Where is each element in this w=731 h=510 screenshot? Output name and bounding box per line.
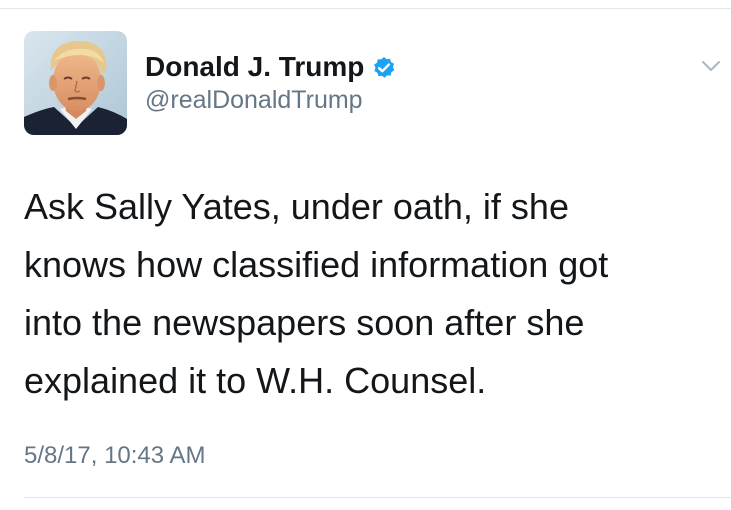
tweet-text-line: into the newspapers soon after she <box>24 302 585 343</box>
chevron-down-icon[interactable] <box>700 55 722 77</box>
avatar[interactable] <box>24 31 127 135</box>
author-handle[interactable]: @realDonaldTrump <box>145 85 363 115</box>
tweet-text: Ask Sally Yates, under oath, if she know… <box>24 178 714 410</box>
tweet-text-line: knows how classified information got <box>24 244 609 285</box>
tweet-text-line: Ask Sally Yates, under oath, if she <box>24 186 569 227</box>
avatar-image <box>24 31 127 135</box>
tweet-text-line: explained it to W.H. Counsel. <box>24 360 487 401</box>
tweet-timestamp[interactable]: 5/8/17, 10:43 AM <box>24 442 205 470</box>
top-divider <box>0 8 731 9</box>
bottom-divider <box>24 497 731 498</box>
verified-badge-icon <box>372 55 396 79</box>
author-name-text[interactable]: Donald J. Trump <box>145 51 364 83</box>
author-name[interactable]: Donald J. Trump <box>145 51 396 83</box>
